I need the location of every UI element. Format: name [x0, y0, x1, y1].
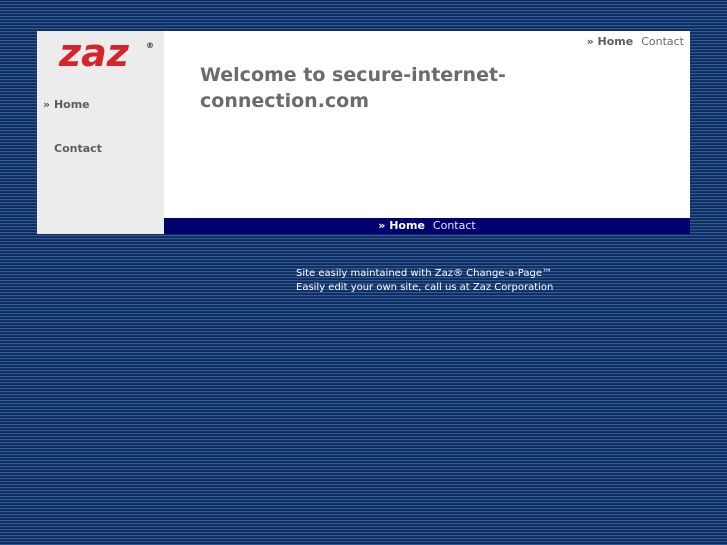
logo-text: zaz — [59, 31, 129, 75]
zaz-logo[interactable]: zaz ® — [59, 31, 154, 75]
bottom-nav-home-label: Home — [389, 219, 425, 232]
bottom-nav-bar: » Home Contact — [164, 218, 690, 234]
sidebar-item-contact[interactable]: Contact — [54, 142, 102, 155]
sidebar: zaz ® » Home Contact — [37, 31, 164, 234]
bottom-nav-contact-link[interactable]: Contact — [433, 219, 476, 232]
sidebar-item-home[interactable]: » Home — [43, 98, 90, 111]
current-page-marker-icon: » — [378, 219, 390, 232]
page-frame: zaz ® » Home Contact » Home Contact Welco… — [37, 31, 690, 234]
bottom-nav-home-link[interactable]: » Home — [378, 219, 425, 232]
footer: Site easily maintained with Zaz® Change-… — [296, 267, 553, 295]
top-nav-contact-link[interactable]: Contact — [641, 35, 684, 48]
top-nav: » Home Contact — [587, 35, 684, 48]
footer-line-maintained: Site easily maintained with Zaz® Change-… — [296, 268, 552, 279]
current-page-marker-icon: » — [586, 35, 598, 48]
footer-line-contact: Easily edit your own site, call us at Za… — [296, 282, 554, 293]
current-page-marker-icon: » — [43, 98, 54, 111]
page-title: Welcome to secure-internet-connection.co… — [200, 64, 506, 112]
sidebar-item-home-label: Home — [53, 98, 90, 111]
top-nav-home-link[interactable]: » Home — [587, 35, 634, 48]
registered-mark-icon: ® — [146, 41, 154, 50]
top-nav-home-label: Home — [597, 35, 634, 48]
